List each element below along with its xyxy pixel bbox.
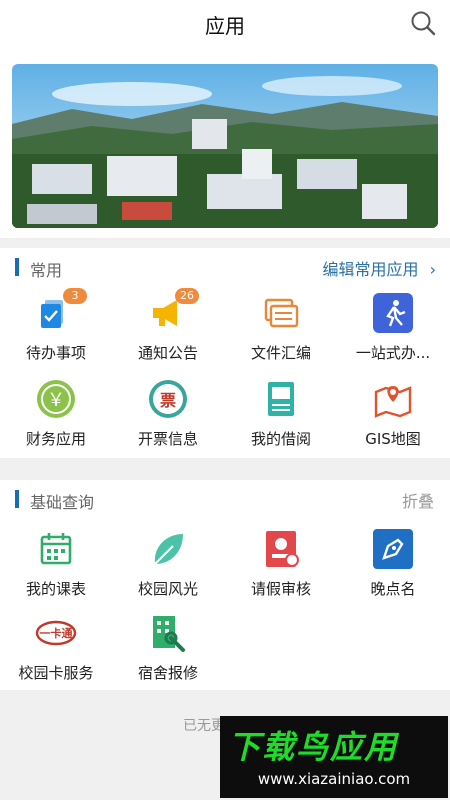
leave-review-icon bbox=[260, 528, 302, 570]
edit-common-apps-link[interactable]: 编辑常用应用 › bbox=[322, 256, 436, 280]
watermark-url: www.xiazainiao.com bbox=[257, 770, 411, 788]
basic-section-header: 基础查询 折叠 bbox=[0, 480, 450, 518]
watermark-title: 下载鸟应用 bbox=[228, 728, 399, 766]
app-label: 请假审核 bbox=[250, 580, 311, 598]
chevron-right-icon: › bbox=[429, 260, 436, 279]
app-dorm-repair[interactable]: 宿舍报修 bbox=[112, 612, 224, 683]
search-icon[interactable] bbox=[410, 10, 436, 36]
todo-icon: 3 bbox=[35, 288, 87, 334]
section-accent-bar bbox=[15, 490, 19, 508]
card-glyph: 一卡通 bbox=[40, 626, 73, 640]
app-schedule[interactable]: 我的课表 bbox=[0, 528, 112, 599]
app-label: 通知公告 bbox=[137, 344, 198, 362]
app-label: 文件汇编 bbox=[250, 344, 311, 362]
yen-glyph: ￥ bbox=[47, 390, 65, 411]
common-apps-section: 常用 编辑常用应用 › 3 待办事项 26 通知公告 文件汇编 一站式办... … bbox=[0, 248, 450, 458]
app-invoice[interactable]: 票 开票信息 bbox=[112, 378, 224, 449]
banner-section bbox=[0, 50, 450, 238]
app-label: 一站式办... bbox=[355, 344, 431, 362]
collapse-button[interactable]: 折叠 bbox=[402, 488, 434, 512]
app-roll-call[interactable]: 晚点名 bbox=[337, 528, 449, 599]
app-label: 校园风光 bbox=[137, 580, 198, 598]
app-label: 晚点名 bbox=[370, 580, 416, 598]
app-label: 我的借阅 bbox=[250, 430, 311, 448]
book-icon bbox=[260, 378, 302, 420]
todo-badge: 3 bbox=[63, 288, 87, 304]
one-stop-service-icon bbox=[372, 292, 414, 334]
app-label: 宿舍报修 bbox=[137, 664, 198, 682]
app-finance[interactable]: ￥ 财务应用 bbox=[0, 378, 112, 449]
megaphone-icon: 26 bbox=[147, 288, 199, 334]
pen-icon bbox=[372, 528, 414, 570]
common-section-header: 常用 编辑常用应用 › bbox=[0, 248, 450, 286]
app-files[interactable]: 文件汇编 bbox=[225, 292, 337, 363]
campus-banner-image[interactable] bbox=[12, 64, 438, 228]
app-label: 我的课表 bbox=[25, 580, 86, 598]
top-bar: 应用 bbox=[0, 0, 450, 50]
common-section-title: 常用 bbox=[30, 261, 63, 280]
ticket-glyph: 票 bbox=[160, 391, 176, 410]
map-pin-icon bbox=[372, 378, 414, 420]
watermark-logo: 下载鸟应用 www.xiazainiao.com bbox=[220, 716, 448, 798]
app-leave-review[interactable]: 请假审核 bbox=[225, 528, 337, 599]
invoice-icon: 票 bbox=[147, 378, 189, 420]
edit-common-apps-label: 编辑常用应用 bbox=[322, 260, 419, 279]
section-accent-bar bbox=[15, 258, 19, 276]
app-label: 校园卡服务 bbox=[18, 664, 94, 682]
app-campus-card[interactable]: 一卡通 校园卡服务 bbox=[0, 612, 112, 683]
app-gis-map[interactable]: GIS地图 bbox=[337, 378, 449, 449]
campus-card-icon: 一卡通 bbox=[35, 612, 77, 654]
app-label: 开票信息 bbox=[137, 430, 198, 448]
app-label: 财务应用 bbox=[25, 430, 86, 448]
calendar-icon bbox=[35, 528, 77, 570]
app-campus-scenery[interactable]: 校园风光 bbox=[112, 528, 224, 599]
app-label: GIS地图 bbox=[365, 430, 421, 448]
notice-badge: 26 bbox=[175, 288, 199, 304]
basic-section-title: 基础查询 bbox=[30, 493, 95, 512]
finance-yen-icon: ￥ bbox=[35, 378, 77, 420]
basic-query-section: 基础查询 折叠 我的课表 校园风光 请假审核 晚点名 一卡通 校园卡服务 宿舍报… bbox=[0, 480, 450, 690]
documents-icon bbox=[260, 292, 302, 334]
app-todo[interactable]: 3 待办事项 bbox=[0, 288, 112, 363]
leaf-icon bbox=[147, 528, 189, 570]
app-borrow[interactable]: 我的借阅 bbox=[225, 378, 337, 449]
app-one-stop[interactable]: 一站式办... bbox=[337, 292, 449, 363]
page-title: 应用 bbox=[205, 14, 245, 38]
repair-icon bbox=[147, 612, 189, 654]
app-label: 待办事项 bbox=[25, 344, 86, 362]
app-notice[interactable]: 26 通知公告 bbox=[112, 288, 224, 363]
